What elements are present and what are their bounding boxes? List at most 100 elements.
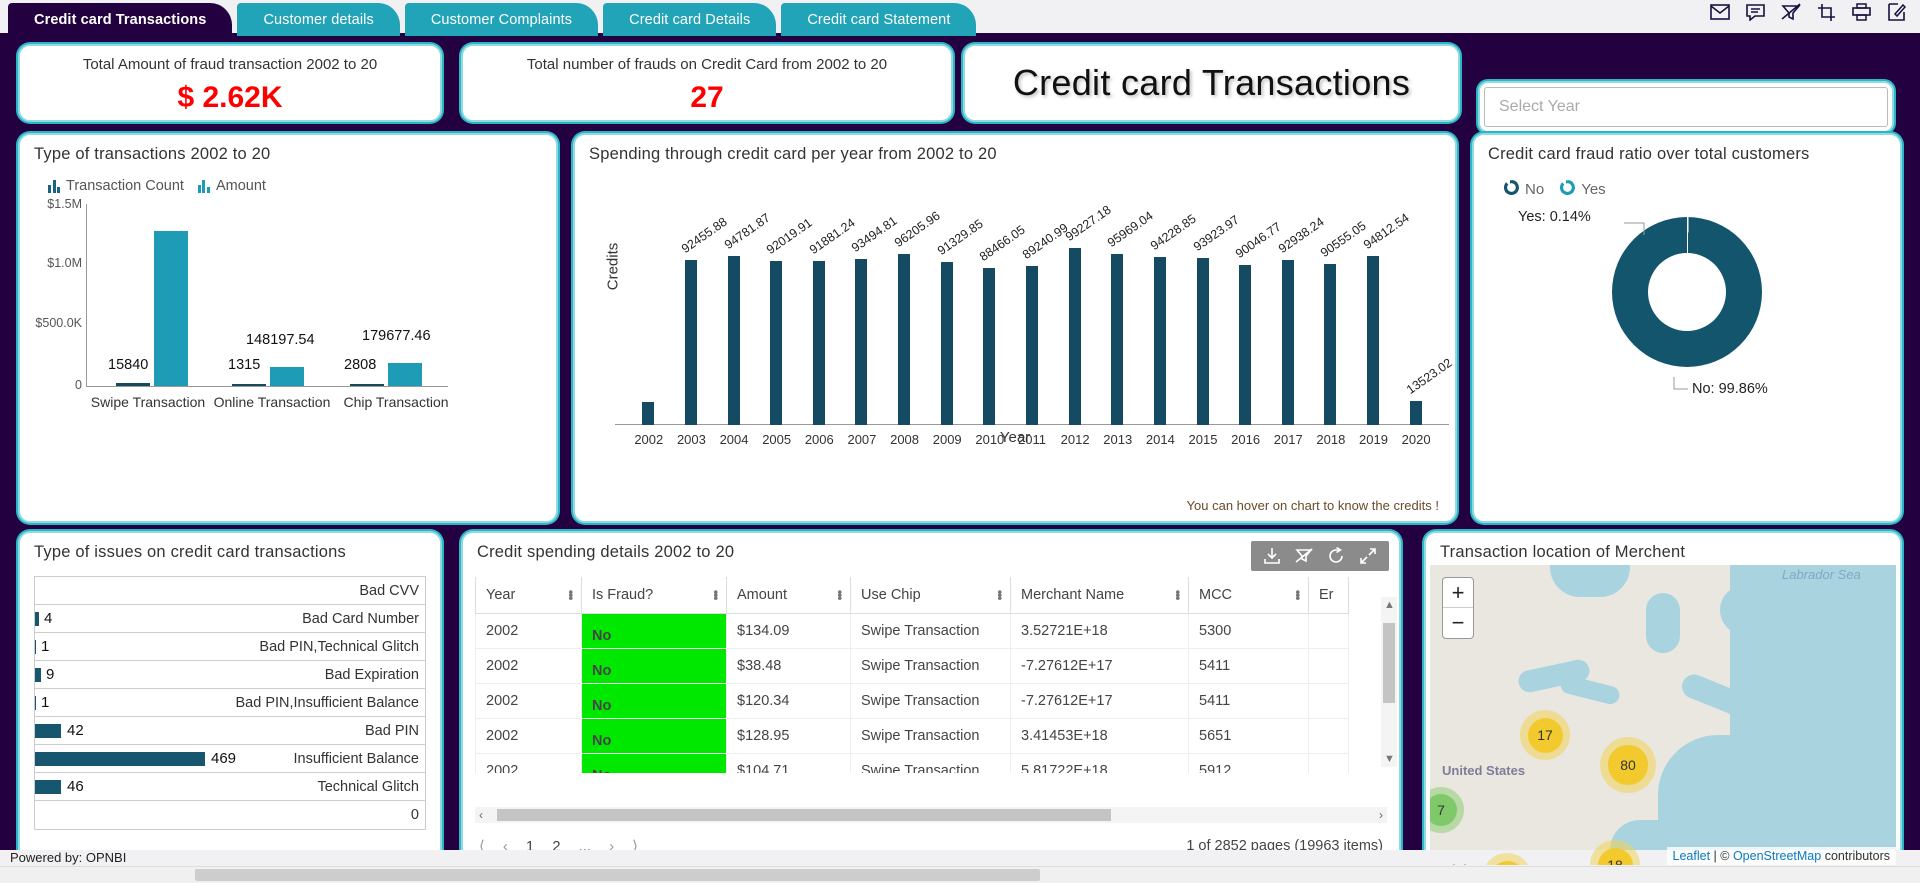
tab-credit-card-details[interactable]: Credit card Details	[603, 3, 777, 36]
spending-bar-2006[interactable]	[812, 261, 825, 425]
column-menu-icon[interactable]: • • •	[1175, 586, 1180, 605]
cell-merchant-name: -7.27612E+17	[1010, 648, 1189, 684]
bar-swipe-count[interactable]	[116, 383, 150, 386]
scroll-right-icon[interactable]: ›	[1379, 808, 1383, 822]
issue-row[interactable]: 1 Bad PIN,Technical Glitch	[35, 633, 425, 661]
fraud-ratio-donut[interactable]	[1612, 217, 1762, 367]
table-row[interactable]: 2002 No $104.71 Swipe Transaction 5.8172…	[475, 753, 1349, 773]
legend-no[interactable]: No	[1503, 180, 1544, 199]
refresh-icon[interactable]	[1327, 547, 1345, 565]
legend-yes[interactable]: Yes	[1560, 180, 1606, 199]
spending-bar-2003[interactable]	[684, 260, 697, 425]
spending-bar-2007[interactable]	[855, 258, 868, 425]
issue-row[interactable]: 1 Bad PIN,Insufficient Balance	[35, 689, 425, 717]
tab-customer-details[interactable]: Customer details	[237, 3, 400, 36]
cell-is-fraud: No	[581, 718, 727, 754]
spending-bar-2018[interactable]	[1324, 263, 1337, 425]
legend-transaction-count[interactable]: Transaction Count	[48, 178, 184, 194]
page-scroll-thumb[interactable]	[195, 869, 1040, 881]
issue-row[interactable]: 42 Bad PIN	[35, 717, 425, 745]
category-online: Online Transaction	[213, 394, 331, 410]
issue-row[interactable]: Bad CVV	[35, 577, 425, 605]
tab-credit-card-transactions[interactable]: Credit card Transactions	[8, 3, 233, 36]
spending-bar-2014[interactable]	[1153, 257, 1166, 425]
scroll-left-icon[interactable]: ‹	[479, 808, 483, 822]
spending-bar-2008[interactable]	[898, 253, 911, 425]
column-menu-icon[interactable]: • • •	[837, 586, 842, 605]
column-menu-icon[interactable]: • • •	[713, 586, 718, 605]
column-header-year[interactable]: Year • • •	[475, 577, 582, 614]
leaflet-map[interactable]: Labrador Sea United States México + − 17…	[1430, 565, 1896, 865]
map-cluster[interactable]: 17	[1520, 710, 1570, 760]
zoom-in-button[interactable]: +	[1443, 578, 1473, 608]
issues-chart: Bad CVV 4 Bad Card Number 1 Bad PIN,Tech…	[34, 576, 426, 830]
filter-off-icon[interactable]	[1295, 547, 1313, 565]
column-menu-icon[interactable]: • • •	[997, 586, 1002, 605]
spending-bar-2017[interactable]	[1281, 259, 1294, 425]
cell-mcc: 5300	[1188, 613, 1309, 649]
spending-bar-2009[interactable]	[940, 262, 953, 425]
spending-bar-2005[interactable]	[770, 261, 783, 425]
spending-bar-2019[interactable]	[1367, 256, 1380, 425]
spending-x-tick-2010: 2010	[975, 432, 1005, 447]
bar-swipe-amount[interactable]	[154, 231, 188, 386]
spending-bar-label-2014: 94228.85	[1147, 211, 1199, 254]
table-body: 2002 No $134.09 Swipe Transaction 3.5272…	[475, 613, 1349, 773]
transaction-types-title: Type of transactions 2002 to 20	[34, 145, 271, 163]
bar-online-amount[interactable]	[270, 367, 304, 386]
issue-row[interactable]: 4 Bad Card Number	[35, 605, 425, 633]
spending-bar-2015[interactable]	[1196, 257, 1209, 425]
download-icon[interactable]	[1263, 547, 1281, 565]
y-tick-1500k: $1.5M	[47, 197, 82, 211]
table-row[interactable]: 2002 No $128.95 Swipe Transaction 3.4145…	[475, 718, 1349, 754]
map-cluster[interactable]: 80	[1600, 737, 1656, 793]
issue-row[interactable]: 46 Technical Glitch	[35, 773, 425, 801]
spending-bar-2020[interactable]	[1409, 400, 1422, 425]
zoom-out-button[interactable]: −	[1443, 608, 1473, 638]
kpi-fraud-count-value: 27	[690, 81, 724, 114]
cell-mcc: 5411	[1188, 683, 1309, 719]
spending-bar-2012[interactable]	[1068, 248, 1081, 425]
dashboard-root: Credit card Transactions Customer detail…	[0, 0, 1920, 883]
legend-amount[interactable]: Amount	[197, 178, 266, 194]
bar-online-count[interactable]	[232, 384, 266, 386]
column-header-use-chip[interactable]: Use Chip • • •	[850, 577, 1011, 614]
column-header-is-fraud[interactable]: Is Fraud? • • •	[581, 577, 727, 614]
leaflet-link[interactable]: Leaflet	[1673, 849, 1711, 863]
table-row[interactable]: 2002 No $134.09 Swipe Transaction 3.5272…	[475, 613, 1349, 649]
scroll-up-icon[interactable]: ▲	[1384, 599, 1395, 611]
spending-bar-2016[interactable]	[1239, 264, 1252, 425]
bar-chip-count[interactable]	[350, 384, 384, 386]
spending-bar-2010[interactable]	[983, 267, 996, 425]
horizontal-scroll-thumb[interactable]	[497, 809, 1111, 821]
tab-customer-complaints[interactable]: Customer Complaints	[404, 3, 599, 36]
map-cluster-count: 80	[1608, 745, 1648, 785]
spending-bar-2002[interactable]	[642, 401, 655, 425]
column-menu-icon[interactable]: • • •	[1295, 586, 1300, 605]
tab-credit-card-statement[interactable]: Credit card Statement	[781, 3, 977, 36]
column-header-merchant-name[interactable]: Merchant Name • • •	[1010, 577, 1189, 614]
table-row[interactable]: 2002 No $120.34 Swipe Transaction -7.276…	[475, 683, 1349, 719]
issue-row[interactable]: 9 Bad Expiration	[35, 661, 425, 689]
expand-icon[interactable]	[1359, 547, 1377, 565]
column-header-mcc[interactable]: MCC • • •	[1188, 577, 1309, 614]
map-cluster[interactable]: 7	[1430, 787, 1464, 833]
issue-row[interactable]: 0	[35, 801, 425, 829]
page-horizontal-scrollbar[interactable]	[0, 866, 1920, 883]
bar-chip-amount[interactable]	[388, 363, 422, 386]
select-year-input[interactable]: Select Year	[1484, 87, 1888, 127]
table-row[interactable]: 2002 No $38.48 Swipe Transaction -7.2761…	[475, 648, 1349, 684]
column-header-amount[interactable]: Amount • • •	[726, 577, 851, 614]
y-tick-1000k: $1.0M	[47, 256, 82, 270]
spending-bar-2011[interactable]	[1026, 266, 1038, 425]
table-vertical-scrollbar[interactable]: ▲ ▼	[1381, 597, 1397, 767]
openstreetmap-link[interactable]: OpenStreetMap	[1733, 849, 1821, 863]
column-menu-icon[interactable]: • • •	[568, 586, 573, 605]
column-header-er[interactable]: Er	[1308, 577, 1349, 614]
spending-bar-2004[interactable]	[727, 256, 740, 425]
scroll-down-icon[interactable]: ▼	[1384, 753, 1395, 765]
issue-row[interactable]: 469 Insufficient Balance	[35, 745, 425, 773]
table-horizontal-scrollbar[interactable]: ‹ ›	[475, 807, 1387, 823]
vertical-scroll-thumb[interactable]	[1383, 623, 1395, 703]
spending-bar-2013[interactable]	[1111, 254, 1124, 425]
